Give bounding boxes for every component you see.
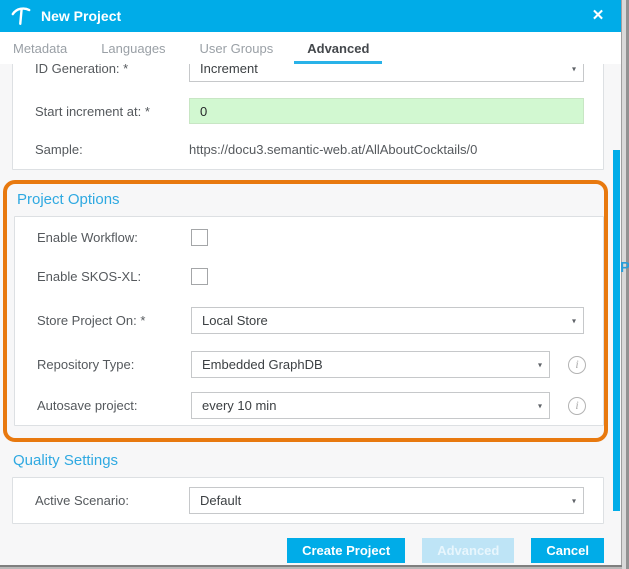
new-project-dialog: New Project ✕ Metadata Languages User Gr… xyxy=(0,0,622,565)
enable-workflow-row: Enable Workflow: xyxy=(15,229,603,246)
tab-languages[interactable]: Languages xyxy=(88,32,178,64)
enable-skos-xl-row: Enable SKOS-XL: xyxy=(15,268,603,285)
store-project-on-label: Store Project On: * xyxy=(37,313,191,328)
cancel-button[interactable]: Cancel xyxy=(531,538,604,563)
repository-type-select[interactable]: Embedded GraphDB ▾ xyxy=(191,351,550,378)
dialog-title: New Project xyxy=(41,8,121,24)
chevron-down-icon: ▾ xyxy=(572,496,576,505)
id-generation-group: ID Generation: * Increment ▾ Start incre… xyxy=(12,64,604,170)
repository-type-row: Repository Type: Embedded GraphDB ▾ i xyxy=(15,351,603,378)
enable-skos-xl-label: Enable SKOS-XL: xyxy=(37,269,191,284)
dialog-titlebar: New Project ✕ xyxy=(0,0,621,32)
create-project-button[interactable]: Create Project xyxy=(287,538,405,563)
autosave-project-label: Autosave project: xyxy=(37,398,191,413)
active-scenario-row: Active Scenario: Default ▾ xyxy=(13,487,603,514)
quality-settings-group: Active Scenario: Default ▾ xyxy=(12,477,604,524)
active-scenario-select[interactable]: Default ▾ xyxy=(189,487,584,514)
project-options-group: Enable Workflow: Enable SKOS-XL: Store P… xyxy=(14,216,604,426)
id-generation-row: ID Generation: * Increment ▾ xyxy=(13,64,603,82)
close-icon[interactable]: ✕ xyxy=(589,7,607,25)
vertical-scrollbar-thumb[interactable] xyxy=(613,150,620,511)
active-scenario-label: Active Scenario: xyxy=(35,493,189,508)
tab-metadata[interactable]: Metadata xyxy=(0,32,80,64)
info-icon[interactable]: i xyxy=(568,356,586,374)
id-generation-label: ID Generation: * xyxy=(35,64,189,76)
sample-row: Sample: https://docu3.semantic-web.at/Al… xyxy=(13,142,603,157)
autosave-project-row: Autosave project: every 10 min ▾ i xyxy=(15,392,603,419)
poolparty-logo-icon xyxy=(10,5,32,27)
repository-type-label: Repository Type: xyxy=(37,357,191,372)
chevron-down-icon: ▾ xyxy=(538,360,542,369)
tab-user-groups[interactable]: User Groups xyxy=(187,32,287,64)
autosave-project-value: every 10 min xyxy=(202,398,276,413)
tab-advanced[interactable]: Advanced xyxy=(294,32,382,64)
enable-workflow-label: Enable Workflow: xyxy=(37,230,191,245)
sample-label: Sample: xyxy=(35,142,189,157)
autosave-project-select[interactable]: every 10 min ▾ xyxy=(191,392,550,419)
chevron-down-icon: ▾ xyxy=(572,64,576,73)
background-text-fragment: P xyxy=(620,259,629,276)
info-icon[interactable]: i xyxy=(568,397,586,415)
dialog-bottom-border xyxy=(0,565,622,567)
dialog-footer: Create Project Advanced Cancel xyxy=(0,538,604,563)
store-project-on-select[interactable]: Local Store ▾ xyxy=(191,307,584,334)
start-increment-row: Start increment at: * xyxy=(13,98,603,124)
scrollable-form-area: ID Generation: * Increment ▾ Start incre… xyxy=(0,64,613,565)
store-project-on-row: Store Project On: * Local Store ▾ xyxy=(15,307,603,334)
enable-skos-xl-checkbox[interactable] xyxy=(191,268,208,285)
tab-bar: Metadata Languages User Groups Advanced xyxy=(0,32,621,64)
store-project-on-value: Local Store xyxy=(202,313,268,328)
start-increment-label: Start increment at: * xyxy=(35,104,189,119)
active-scenario-value: Default xyxy=(200,493,241,508)
chevron-down-icon: ▾ xyxy=(572,316,576,325)
annotation-highlight-box: Project Options Enable Workflow: Enable … xyxy=(3,180,608,442)
sample-url: https://docu3.semantic-web.at/AllAboutCo… xyxy=(189,142,477,157)
background-page-edge: P xyxy=(622,0,629,569)
enable-workflow-checkbox[interactable] xyxy=(191,229,208,246)
id-generation-value: Increment xyxy=(200,64,258,76)
start-increment-input[interactable] xyxy=(189,98,584,124)
quality-settings-title: Quality Settings xyxy=(13,452,613,469)
chevron-down-icon: ▾ xyxy=(538,401,542,410)
advanced-button[interactable]: Advanced xyxy=(422,538,514,563)
project-options-title: Project Options xyxy=(17,191,604,208)
id-generation-select[interactable]: Increment ▾ xyxy=(189,64,584,82)
repository-type-value: Embedded GraphDB xyxy=(202,357,323,372)
